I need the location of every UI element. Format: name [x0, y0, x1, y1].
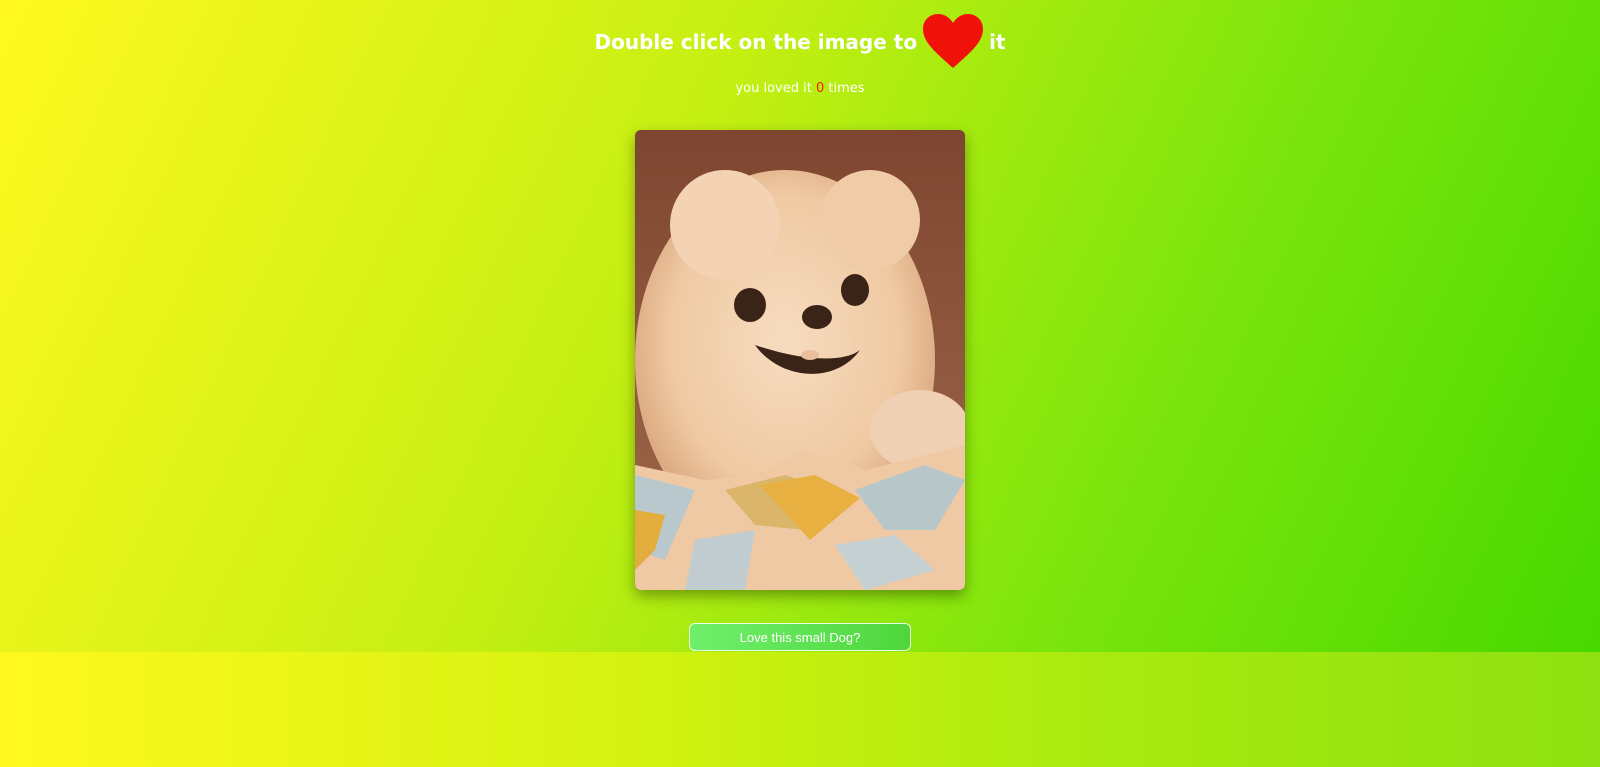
heart-icon — [921, 14, 985, 70]
page-title: Double click on the image to it — [0, 14, 1600, 70]
love-count: 0 — [815, 81, 825, 96]
counter-suffix: times — [828, 81, 865, 96]
dog-photo[interactable] — [635, 130, 965, 590]
counter-prefix: you loved it — [735, 81, 812, 96]
love-button[interactable]: Love this small Dog? — [689, 623, 911, 651]
title-prefix: Double click on the image to — [594, 30, 918, 54]
title-suffix: it — [989, 30, 1006, 54]
love-counter: you loved it 0 times — [0, 81, 1600, 96]
